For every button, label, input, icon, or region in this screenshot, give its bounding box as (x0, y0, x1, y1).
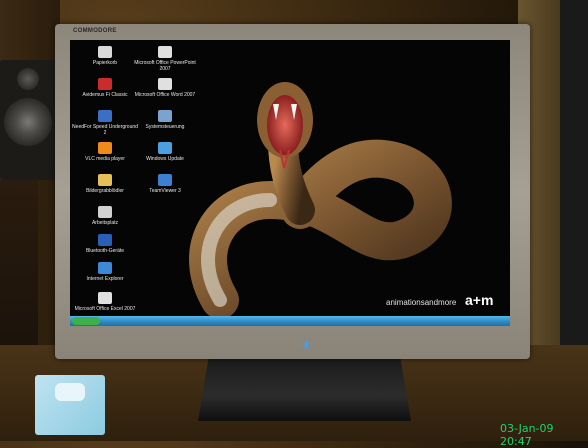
bluetooth-icon (98, 234, 112, 246)
power-led (305, 342, 308, 348)
shelf (0, 180, 38, 360)
start-button[interactable] (72, 317, 100, 325)
speaker (0, 60, 58, 180)
wallpaper-brand-text: animationsandmore (386, 298, 457, 307)
excel-icon (98, 292, 112, 304)
desktop-icon-label: Windows Update (146, 156, 184, 162)
screen: Papierkorb Avidemux Fi Classic NeedFor S… (70, 40, 510, 326)
teamviewer-icon (158, 174, 172, 186)
monitor-stand (198, 358, 411, 421)
taskbar[interactable] (70, 316, 510, 326)
monitor-brand: COMMODORE (73, 28, 117, 34)
desktop-icon-label: Internet Explorer (86, 276, 124, 282)
speaker-tweeter (17, 68, 39, 90)
desktop-icon-ie[interactable]: Internet Explorer (70, 262, 140, 282)
speaker-woofer (4, 98, 52, 146)
desktop-icon-word[interactable]: Microsoft Office Word 2007 (130, 78, 200, 98)
recycle-bin-icon (98, 46, 112, 58)
powerpoint-icon (158, 46, 172, 58)
desktop-icon-windows-update[interactable]: Windows Update (130, 142, 200, 162)
computer-icon (98, 206, 112, 218)
photo-timestamp: 03-Jan-09 20:47 (500, 422, 554, 448)
desktop-icon-label: Bluetooth-Geräte (85, 248, 125, 254)
internet-explorer-icon (98, 262, 112, 274)
desktop-icon-label: Arbeitsplatz (91, 220, 119, 226)
game-icon (98, 110, 112, 122)
folder-icon (98, 174, 112, 186)
desktop-icon-label: Microsoft Office PowerPoint 2007 (134, 60, 196, 72)
desktop-icon-control-panel[interactable]: Systemsteuerung (130, 110, 200, 130)
desktop-icon-teamviewer[interactable]: TeamViewer 3 (130, 174, 200, 194)
control-panel-icon (158, 110, 172, 122)
desktop-icon-label: Systemsteuerung (145, 124, 185, 130)
desktop-icon-bluetooth[interactable]: Bluetooth-Geräte (70, 234, 140, 254)
app-icon (98, 78, 112, 90)
desktop-icon-label: Microsoft Office Excel 2007 (74, 306, 136, 312)
desktop-icon-excel[interactable]: Microsoft Office Excel 2007 (70, 292, 140, 312)
windows-update-icon (158, 142, 172, 154)
desktop-icon-label: TeamViewer 3 (149, 188, 181, 194)
word-icon (158, 78, 172, 90)
monitor: COMMODORE Papierkorb Avidemux Fi Classic… (55, 24, 530, 359)
wallpaper-brand-logo: a+m (465, 292, 494, 308)
vlc-cone-icon (98, 142, 112, 154)
desktop-icon-label: Microsoft Office Word 2007 (134, 92, 196, 98)
tissue-box-label (55, 383, 85, 401)
tissue-box (35, 375, 105, 435)
desktop-icon-powerpoint[interactable]: Microsoft Office PowerPoint 2007 (130, 46, 200, 72)
desktop-icon-computer[interactable]: Arbeitsplatz (70, 206, 140, 226)
